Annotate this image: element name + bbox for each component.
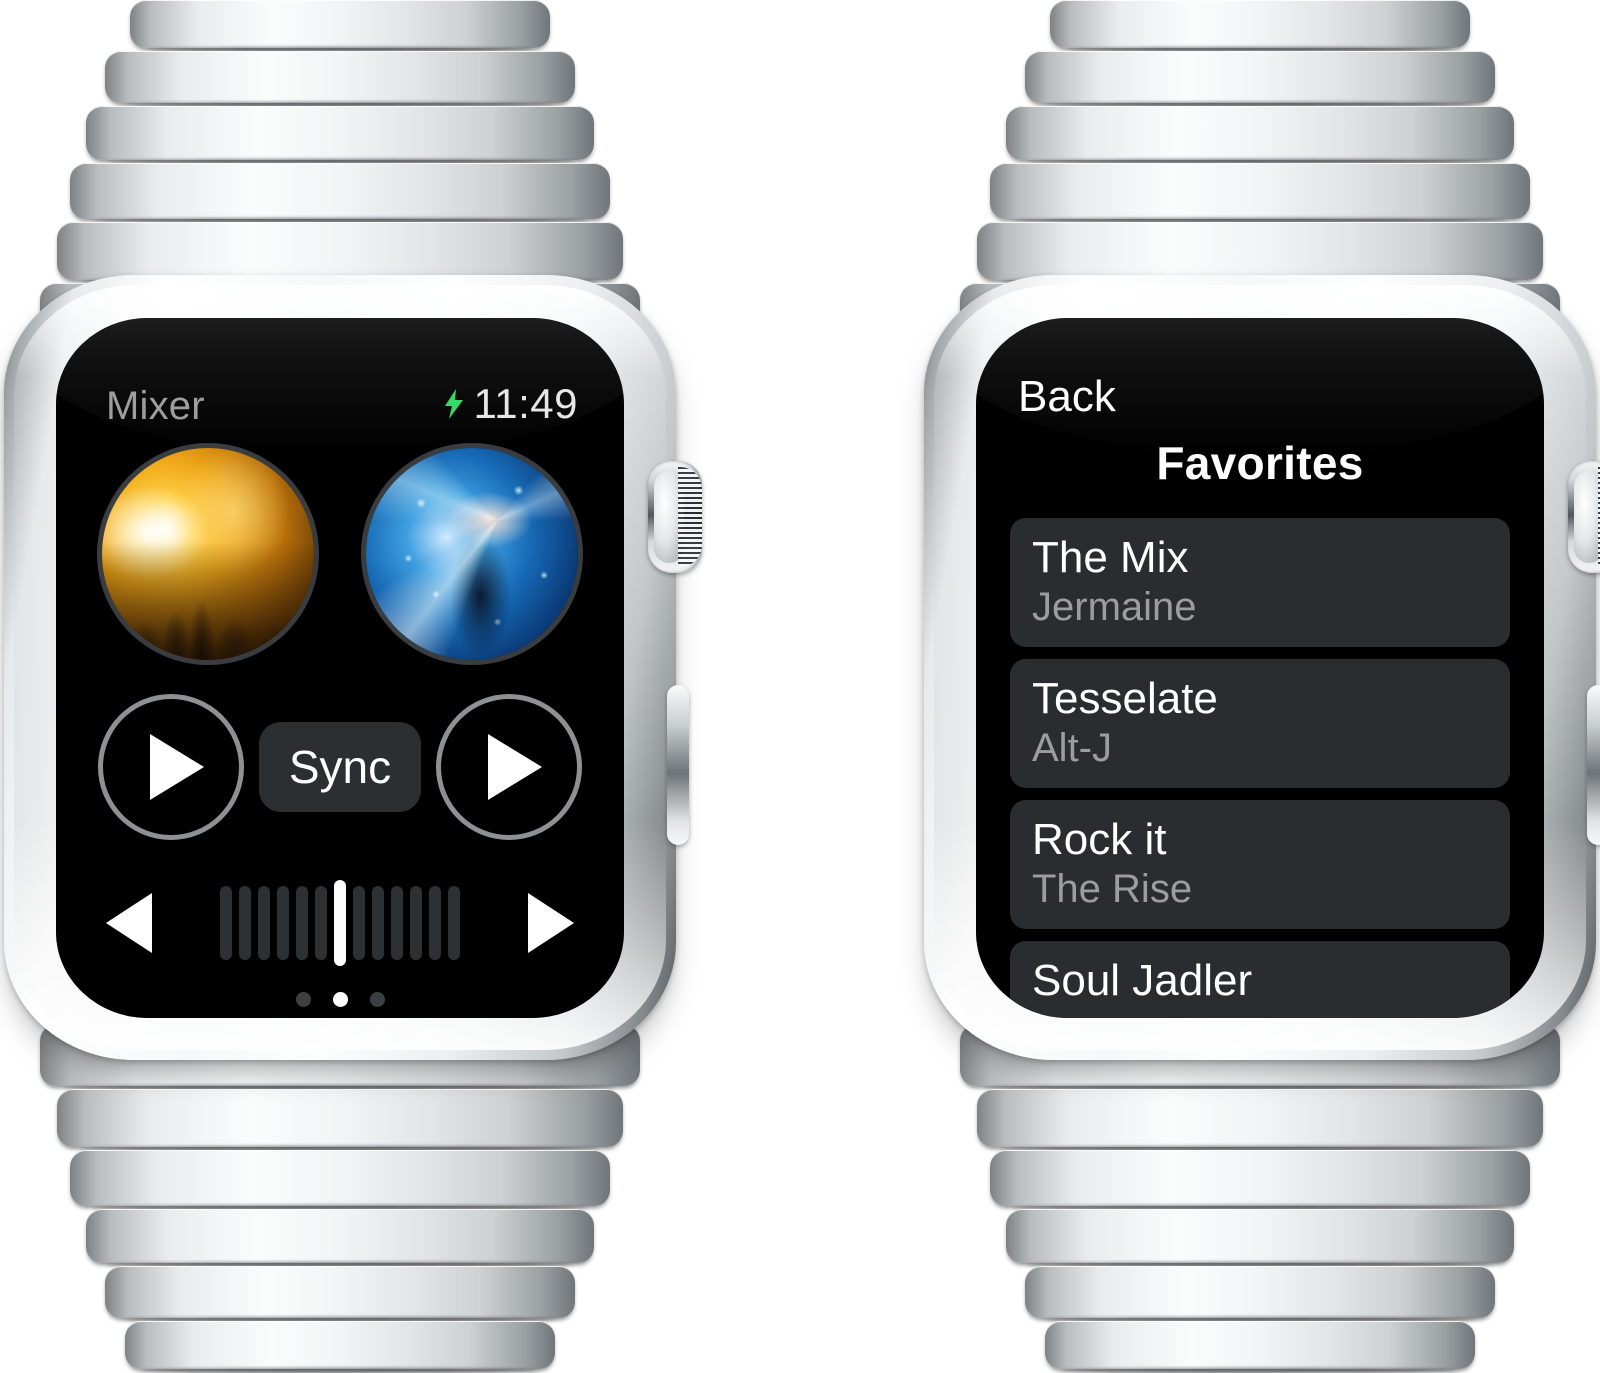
- clock-time: 11:49: [473, 379, 578, 427]
- crossfader-slider[interactable]: [220, 879, 460, 966]
- watch-display: Back Favorites The Mix Jermaine Tesselate A…: [976, 317, 1544, 1018]
- digital-crown[interactable]: [1568, 461, 1600, 573]
- favorites-list-item[interactable]: Soul Jadler: [1010, 940, 1510, 1018]
- track-artist: Alt-J: [1032, 725, 1112, 770]
- crossfader-tick: [315, 885, 327, 960]
- crossfader-tick: [448, 885, 460, 960]
- digital-crown-face: [654, 471, 684, 563]
- triangle-left-icon[interactable]: [106, 892, 152, 953]
- track-title: Rock it: [1032, 814, 1167, 864]
- side-button[interactable]: [667, 685, 689, 845]
- band-link: [1050, 0, 1470, 48]
- page-title: Favorites: [1156, 436, 1364, 489]
- band-link: [1025, 51, 1495, 103]
- band-link: [105, 51, 575, 103]
- screenshot-stage: Mixer 11:49 Sync Back Favorites The Mix …: [0, 0, 1600, 1372]
- page-indicator: [96, 966, 584, 1007]
- track-title: Soul Jadler: [1032, 955, 1253, 1005]
- favorites-list-item[interactable]: Rock it The Rise: [1010, 799, 1510, 929]
- watch-case: Back Favorites The Mix Jermaine Tesselate A…: [924, 275, 1600, 1060]
- crossfader-tick: [239, 885, 251, 960]
- lightning-bolt-charging-icon: [444, 388, 463, 419]
- track-title: The Mix: [1032, 532, 1189, 582]
- band-link: [977, 222, 1543, 280]
- band-link: [86, 106, 594, 160]
- watch-display: Mixer 11:49 Sync: [56, 317, 624, 1018]
- mixer-screen: Mixer 11:49 Sync: [56, 318, 624, 1018]
- crossfader-thumb[interactable]: [334, 879, 346, 966]
- track-title: Tesselate: [1032, 673, 1218, 723]
- band-link: [1025, 1266, 1495, 1318]
- band-link: [1045, 1321, 1475, 1369]
- triangle-right-icon[interactable]: [528, 892, 574, 953]
- crossfader-tick: [353, 885, 365, 960]
- sync-button[interactable]: Sync: [258, 721, 422, 812]
- crossfader-tick: [277, 885, 289, 960]
- favorites-list-item[interactable]: Tesselate Alt-J: [1010, 658, 1510, 788]
- track-artist: Jermaine: [1032, 584, 1197, 629]
- crossfader-tick: [410, 885, 422, 960]
- crossfader-tick: [372, 885, 384, 960]
- band-link: [1006, 1209, 1514, 1263]
- play-deck-a-button[interactable]: [98, 693, 244, 840]
- favorites-screen: Back Favorites The Mix Jermaine Tesselate A…: [976, 318, 1544, 1018]
- crossfader-tick: [220, 885, 232, 960]
- deck-a-artwork[interactable]: [102, 447, 314, 660]
- band-link: [57, 1089, 623, 1147]
- band-link: [990, 163, 1530, 219]
- watch-left: Mixer 11:49 Sync: [0, 0, 720, 1372]
- band-link: [70, 1150, 610, 1206]
- favorites-list-item[interactable]: The Mix Jermaine: [1010, 517, 1510, 647]
- crossfader-tick: [391, 885, 403, 960]
- watch-band-bottom: [960, 1024, 1560, 1372]
- crossfader-row: [96, 840, 584, 966]
- band-link: [86, 1209, 594, 1263]
- play-deck-b-button[interactable]: [435, 693, 582, 840]
- crossfader-tick: [429, 885, 441, 960]
- transport-row: Sync: [96, 660, 584, 840]
- band-link: [130, 0, 550, 48]
- page-dot[interactable]: [295, 991, 311, 1007]
- band-link: [1006, 106, 1514, 160]
- digital-crown-face: [1574, 471, 1600, 563]
- crossfader-tick: [258, 885, 270, 960]
- band-link: [990, 1150, 1530, 1206]
- deck-artwork-row: [96, 426, 584, 660]
- page-dot[interactable]: [332, 991, 348, 1007]
- band-link: [977, 1089, 1543, 1147]
- back-button[interactable]: Back: [1010, 373, 1510, 420]
- favorites-list: The Mix Jermaine Tesselate Alt-J Rock it The …: [1010, 517, 1510, 1018]
- track-artist: The Rise: [1032, 866, 1193, 911]
- digital-crown[interactable]: [648, 461, 702, 573]
- play-icon: [487, 733, 542, 800]
- app-title: Mixer: [106, 383, 205, 428]
- band-link: [70, 163, 610, 219]
- crossfader-tick: [296, 885, 308, 960]
- side-button[interactable]: [1587, 685, 1600, 845]
- band-link: [105, 1266, 575, 1318]
- band-link: [125, 1321, 555, 1369]
- watch-case: Mixer 11:49 Sync: [4, 275, 702, 1060]
- status-bar: Mixer 11:49: [96, 380, 584, 428]
- page-dot[interactable]: [369, 991, 385, 1007]
- deck-b-artwork[interactable]: [366, 447, 578, 660]
- status-bar-right: 11:49: [444, 380, 579, 428]
- watch-right: Back Favorites The Mix Jermaine Tesselate A…: [880, 0, 1600, 1372]
- band-link: [57, 222, 623, 280]
- play-icon: [150, 733, 204, 800]
- watch-band-bottom: [40, 1024, 640, 1372]
